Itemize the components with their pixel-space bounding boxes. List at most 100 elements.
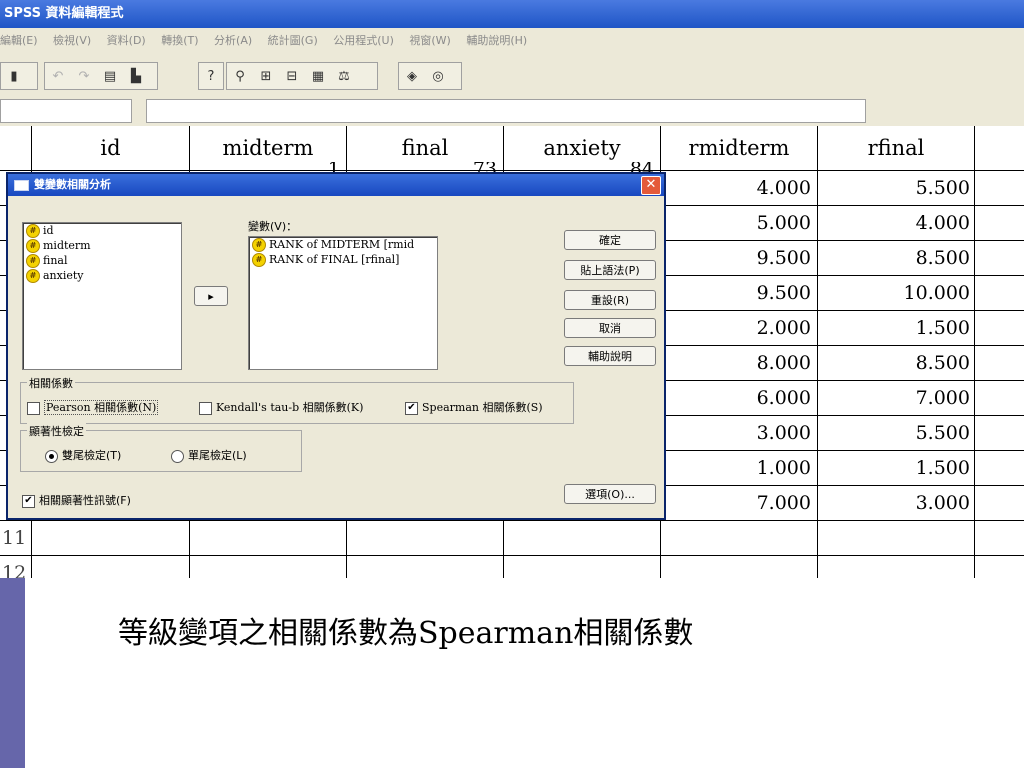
variables-icon[interactable]: ? xyxy=(201,66,221,86)
cell-rfinal[interactable]: 1.500 xyxy=(818,311,970,345)
numeric-variable-icon: # xyxy=(26,238,40,253)
toolbar: ▮ ↶ ↷ ▤ ▙ ? ⚲ ⊞ ⊟ ▦ ⚖ ◈ ◎ xyxy=(0,54,1024,96)
flag-significant-checkbox[interactable]: ✔ 相關顯著性訊號(F) xyxy=(22,492,131,508)
correlation-group-label: 相關係數 xyxy=(27,375,75,391)
redo-icon[interactable]: ↷ xyxy=(73,66,95,86)
toolbar-group-edit: ↶ ↷ ▤ ▙ xyxy=(44,62,158,90)
column-header-rfinal[interactable]: rfinal xyxy=(818,126,974,170)
ok-button[interactable]: 確定 xyxy=(564,230,656,250)
column-header-rmidterm[interactable]: rmidterm xyxy=(661,126,817,170)
menu-edit[interactable]: 編輯(E) xyxy=(0,34,38,47)
find-icon[interactable]: ⚲ xyxy=(229,66,251,86)
source-variable-list[interactable]: # id # midterm # final # anxiety xyxy=(22,222,182,370)
bivariate-correlations-dialog: 雙變數相關分析 ✕ # id # midterm # final # anxiety ▸… xyxy=(6,172,666,520)
close-icon[interactable]: ✕ xyxy=(641,176,661,195)
toolbar-group-file: ▮ xyxy=(0,62,38,90)
split-file-icon[interactable]: ▦ xyxy=(307,66,329,86)
cell-rmidterm[interactable]: 5.000 xyxy=(661,206,811,240)
list-item[interactable]: # final xyxy=(23,253,181,268)
weight-cases-icon[interactable]: ⚖ xyxy=(333,66,355,86)
cell-rfinal[interactable]: 7.000 xyxy=(818,381,970,415)
cell-rmidterm[interactable]: 9.500 xyxy=(661,276,811,310)
cell-rmidterm[interactable]: 7.000 xyxy=(661,486,811,520)
cell-rfinal[interactable]: 8.500 xyxy=(818,241,970,275)
window-title-bar: SPSS 資料編輯程式 xyxy=(0,0,1024,28)
menu-view[interactable]: 檢視(V) xyxy=(53,34,91,47)
cell-rmidterm[interactable]: 4.000 xyxy=(661,171,811,205)
kendall-checkbox[interactable]: Kendall's tau-b 相關係數(K) xyxy=(199,399,363,415)
menu-window[interactable]: 視窗(W) xyxy=(409,34,450,47)
spearman-checkbox[interactable]: ✔ Spearman 相關係數(S) xyxy=(405,399,543,415)
row-number-12[interactable]: 12 xyxy=(0,556,31,578)
column-header-id[interactable]: id xyxy=(32,126,189,170)
list-item[interactable]: # RANK of FINAL [rfinal] xyxy=(249,252,437,267)
cancel-button[interactable]: 取消 xyxy=(564,318,656,338)
cell-rmidterm[interactable]: 1.000 xyxy=(661,451,811,485)
list-item[interactable]: # midterm xyxy=(23,238,181,253)
radio-selected-icon xyxy=(45,449,58,463)
checkmark-icon: ✔ xyxy=(22,494,35,508)
cell-rfinal[interactable]: 4.000 xyxy=(818,206,970,240)
options-button[interactable]: 選項(O)... xyxy=(564,484,656,504)
cell-value-input[interactable] xyxy=(146,99,866,123)
cell-rfinal[interactable]: 3.000 xyxy=(818,486,970,520)
goto-chart-icon[interactable]: ▙ xyxy=(125,66,147,86)
save-icon[interactable]: ▮ xyxy=(3,66,25,86)
significance-test-group: 顯著性檢定 雙尾檢定(T) 單尾檢定(L) xyxy=(20,423,302,472)
numeric-variable-icon: # xyxy=(26,268,40,283)
insert-case-icon[interactable]: ⊞ xyxy=(255,66,277,86)
menu-transform[interactable]: 轉換(T) xyxy=(161,34,198,47)
selected-variable-list[interactable]: # RANK of MIDTERM [rmid # RANK of FINAL [r… xyxy=(248,236,438,370)
undo-icon[interactable]: ↶ xyxy=(47,66,69,86)
dialog-title-bar: 雙變數相關分析 ✕ xyxy=(8,174,664,196)
list-item[interactable]: # RANK of MIDTERM [rmid xyxy=(249,237,437,252)
use-sets-icon[interactable]: ◎ xyxy=(427,66,449,86)
row-number-11[interactable]: 11 xyxy=(0,521,31,555)
two-tailed-radio[interactable]: 雙尾檢定(T) xyxy=(45,447,121,463)
menu-utilities[interactable]: 公用程式(U) xyxy=(333,34,394,47)
menu-bar: 編輯(E) 檢視(V) 資料(D) 轉換(T) 分析(A) 統計圖(G) 公用程… xyxy=(0,28,1024,54)
cell-editor-bar xyxy=(0,96,1024,126)
numeric-variable-icon: # xyxy=(26,223,40,238)
cell-rfinal[interactable]: 5.500 xyxy=(818,171,970,205)
list-item[interactable]: # anxiety xyxy=(23,268,181,283)
menu-help[interactable]: 輔助說明(H) xyxy=(466,34,527,47)
correlation-coefficients-group: 相關係數 Pearson 相關係數(N) Kendall's tau-b 相關係… xyxy=(20,375,574,424)
toolbar-group-sets: ◈ ◎ xyxy=(398,62,462,90)
cell-rfinal[interactable]: 1.500 xyxy=(818,451,970,485)
cell-name-box[interactable] xyxy=(0,99,132,123)
help-button[interactable]: 輔助說明 xyxy=(564,346,656,366)
move-variable-button[interactable]: ▸ xyxy=(194,286,228,306)
one-tailed-radio[interactable]: 單尾檢定(L) xyxy=(171,447,247,463)
window-title: SPSS 資料編輯程式 xyxy=(4,6,124,21)
cell-rfinal[interactable]: 10.000 xyxy=(818,276,970,310)
cell-rmidterm[interactable]: 6.000 xyxy=(661,381,811,415)
insert-variable-icon[interactable]: ⊟ xyxy=(281,66,303,86)
cell-rmidterm[interactable]: 8.000 xyxy=(661,346,811,380)
slide-side-strip xyxy=(0,578,25,768)
toolbar-group-var: ? xyxy=(198,62,224,90)
list-item[interactable]: # id xyxy=(23,223,181,238)
numeric-variable-icon: # xyxy=(26,253,40,268)
slide-caption: 等級變項之相關係數為Spearman相關係數 xyxy=(118,616,694,651)
radio-unselected-icon xyxy=(171,449,184,463)
value-labels-icon[interactable]: ◈ xyxy=(401,66,423,86)
checkbox-unchecked-icon xyxy=(199,401,212,415)
variables-label: 變數(V)： xyxy=(248,220,298,233)
paste-syntax-button[interactable]: 貼上語法(P) xyxy=(564,260,656,280)
arrow-right-icon: ▸ xyxy=(208,290,214,303)
reset-button[interactable]: 重設(R) xyxy=(564,290,656,310)
cell-rmidterm[interactable]: 2.000 xyxy=(661,311,811,345)
cell-rmidterm[interactable]: 9.500 xyxy=(661,241,811,275)
significance-group-label: 顯著性檢定 xyxy=(27,423,86,439)
pearson-checkbox[interactable]: Pearson 相關係數(N) xyxy=(27,399,159,415)
menu-analyze[interactable]: 分析(A) xyxy=(214,34,252,47)
cell-rfinal[interactable]: 5.500 xyxy=(818,416,970,450)
toolbar-group-find: ⚲ ⊞ ⊟ ▦ ⚖ xyxy=(226,62,378,90)
dialog-recall-icon[interactable]: ▤ xyxy=(99,66,121,86)
menu-graphs[interactable]: 統計圖(G) xyxy=(268,34,318,47)
cell-rfinal[interactable]: 8.500 xyxy=(818,346,970,380)
menu-data[interactable]: 資料(D) xyxy=(107,34,146,47)
cell-rmidterm[interactable]: 3.000 xyxy=(661,416,811,450)
checkmark-icon: ✔ xyxy=(405,401,418,415)
